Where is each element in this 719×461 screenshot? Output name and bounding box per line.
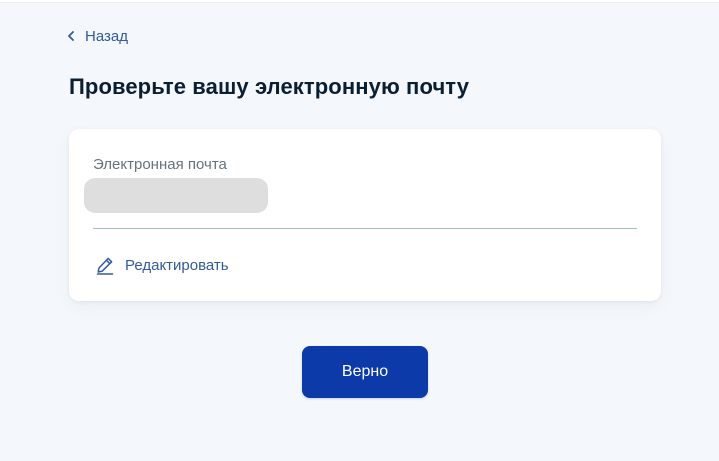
email-field-underline (93, 228, 637, 229)
back-link-label: Назад (85, 27, 128, 45)
chevron-left-icon (66, 26, 77, 46)
page-title: Проверьте вашу электронную почту (69, 74, 470, 99)
edit-email-link[interactable]: Редактировать (95, 255, 229, 275)
email-field-value-redacted (84, 178, 268, 213)
email-card: Электронная почта Редактировать (69, 129, 661, 301)
edit-email-label: Редактировать (125, 256, 229, 274)
back-link[interactable]: Назад (66, 26, 128, 46)
confirm-button[interactable]: Верно (302, 346, 428, 398)
top-strip (0, 0, 719, 3)
pencil-icon (95, 255, 115, 275)
email-field-label: Электронная почта (93, 156, 227, 173)
